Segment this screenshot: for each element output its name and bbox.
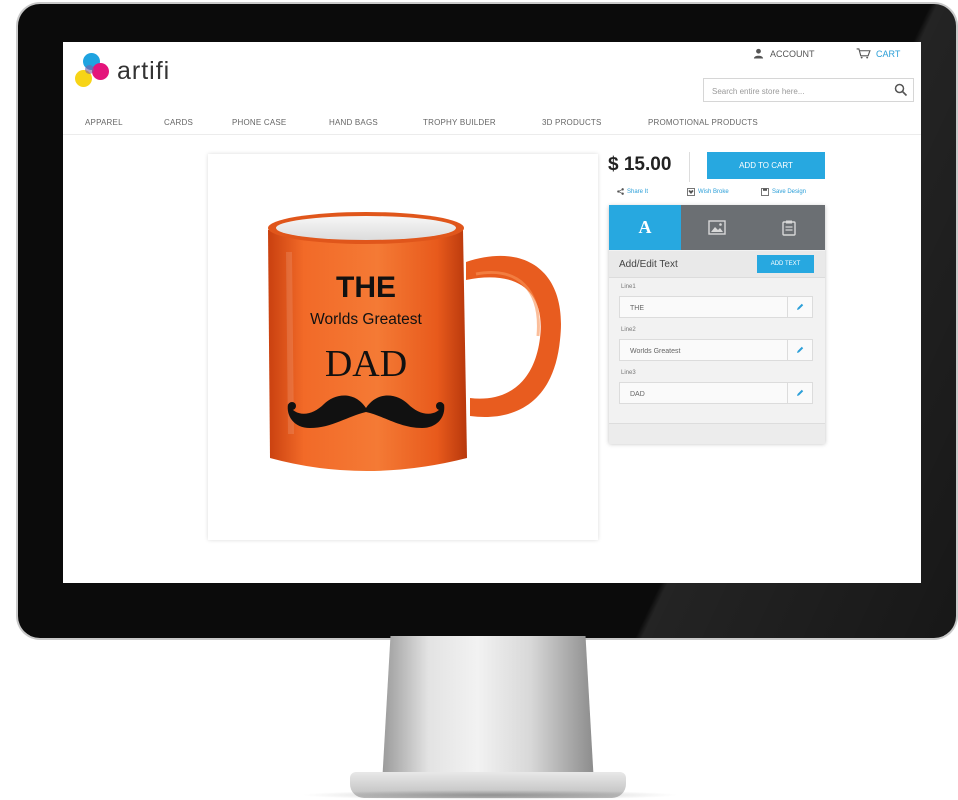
nav-item-3d-products[interactable]: 3D PRODUCTS <box>542 118 602 127</box>
nav-item-cards[interactable]: CARDS <box>164 118 193 127</box>
text-line-field <box>619 382 813 404</box>
edit-line-button[interactable] <box>787 383 812 403</box>
line-label: Line3 <box>621 370 636 376</box>
user-icon <box>753 48 764 59</box>
account-label: ACCOUNT <box>770 48 815 59</box>
nav-item-phone-case[interactable]: PHONE CASE <box>232 118 286 127</box>
product-price: $ 15.00 <box>608 154 672 175</box>
save-icon <box>761 188 769 196</box>
mug-line-2: Worlds Greatest <box>310 311 422 328</box>
price-divider <box>689 152 690 182</box>
design-editor-panel: A Add/Edit Text ADD TEXT Line1 THE Line2… <box>609 205 825 444</box>
logo-mark-icon <box>75 53 111 89</box>
edit-line-button[interactable] <box>787 340 812 360</box>
main-nav: APPAREL CARDS PHONE CASE HAND BAGS TROPH… <box>63 112 921 135</box>
nav-item-trophy-builder[interactable]: TROPHY BUILDER <box>423 118 496 127</box>
editor-tabs: A <box>609 205 825 250</box>
cart-link[interactable]: CART <box>856 48 900 59</box>
editor-title: Add/Edit Text <box>619 259 678 270</box>
share-button[interactable]: Share It <box>617 188 648 195</box>
text-line-input[interactable] <box>628 344 782 358</box>
add-to-cart-button[interactable]: ADD TO CART <box>707 152 825 179</box>
save-design-label: Save Design <box>772 189 807 195</box>
add-text-button[interactable]: ADD TEXT <box>757 255 814 273</box>
wishlist-label: Wish Broke <box>698 189 729 195</box>
tab-text[interactable]: A <box>609 205 681 250</box>
heart-box-icon <box>687 188 695 196</box>
text-line-input[interactable] <box>628 387 782 401</box>
mug-line-3: DAD <box>325 343 407 385</box>
share-icon <box>617 188 624 195</box>
tab-clipart[interactable] <box>753 205 825 250</box>
text-line-field <box>619 339 813 361</box>
line-label: Line1 <box>621 284 636 290</box>
cart-icon <box>856 48 871 59</box>
nav-item-apparel[interactable]: APPAREL <box>85 118 123 127</box>
product-preview: THE Worlds Greatest DAD <box>208 154 598 540</box>
pencil-icon <box>797 346 804 353</box>
monitor-stand <box>382 636 594 784</box>
text-line-field <box>619 296 813 318</box>
logo[interactable]: artifi <box>75 48 225 94</box>
product-actions: Share It Wish Broke Save Design <box>617 188 827 200</box>
line-label: Line2 <box>621 327 636 333</box>
account-link[interactable]: ACCOUNT <box>753 48 815 59</box>
search-icon[interactable] <box>894 83 908 97</box>
search-input[interactable] <box>710 80 890 102</box>
logo-text: artifi <box>117 56 171 85</box>
search-box <box>703 78 914 102</box>
mug-line-1: THE <box>336 271 396 304</box>
pencil-icon <box>797 303 804 310</box>
text-tab-icon: A <box>638 217 652 237</box>
nav-item-hand-bags[interactable]: HAND BAGS <box>329 118 378 127</box>
editor-footer <box>609 423 825 444</box>
tab-image[interactable] <box>681 205 753 250</box>
clipart-icon <box>782 220 796 236</box>
image-icon <box>708 220 726 235</box>
stand-shadow <box>300 790 680 800</box>
save-design-button[interactable]: Save Design <box>761 188 806 196</box>
edit-line-button[interactable] <box>787 297 812 317</box>
nav-item-promotional-products[interactable]: PROMOTIONAL PRODUCTS <box>648 118 758 127</box>
browser-screen: artifi ACCOUNT CART APPAREL CARDS PHONE … <box>63 42 921 583</box>
pencil-icon <box>797 389 804 396</box>
text-line-input[interactable] <box>628 301 782 315</box>
editor-header: Add/Edit Text ADD TEXT <box>609 251 825 278</box>
wishlist-button[interactable]: Wish Broke <box>687 188 729 196</box>
mug-image: THE Worlds Greatest DAD <box>268 212 561 471</box>
share-label: Share It <box>627 188 649 195</box>
cart-label: CART <box>876 48 901 59</box>
